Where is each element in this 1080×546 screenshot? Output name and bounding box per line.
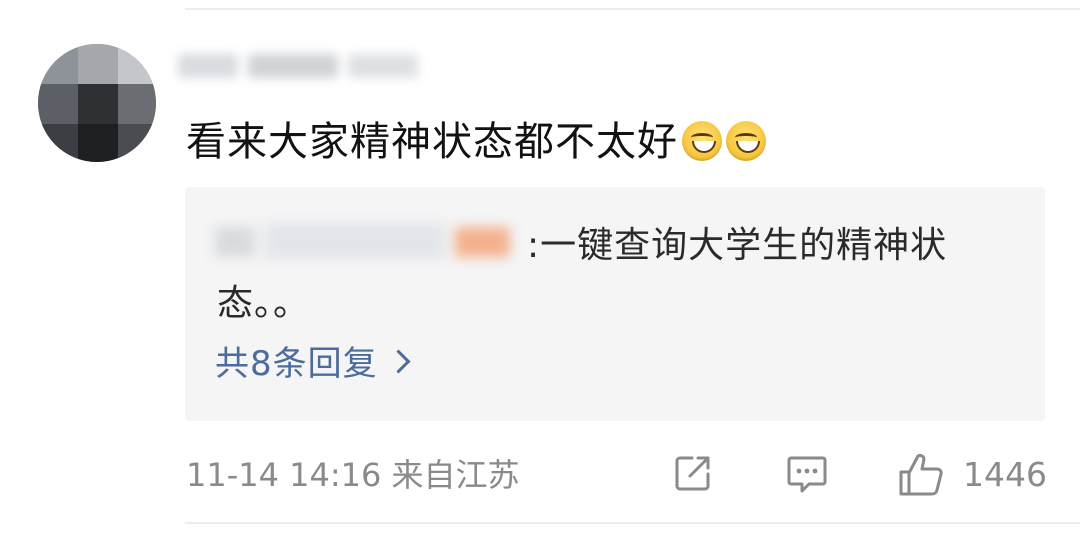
share-icon[interactable] [672,452,714,494]
bottom-divider [185,522,1080,524]
grin-squint-emoji-icon [726,121,766,161]
comment-body: 看来大家精神状态都不太好 [186,119,678,165]
like-icon[interactable] [897,452,945,498]
username-redacted[interactable] [178,48,423,86]
top-divider [185,8,1080,10]
view-replies-link[interactable]: 共8条回复 [215,342,411,386]
view-replies-label: 共8条回复 [215,344,378,384]
comment-text: 看来大家精神状态都不太好 [186,118,766,166]
comment-icon[interactable] [785,452,829,496]
avatar[interactable] [38,44,156,162]
comment-meta: 11-14 14:16 来自江苏 [186,456,520,494]
like-count: 1446 [963,455,1047,494]
chevron-right-icon [386,349,411,374]
reply-preview[interactable]: :一键查询大学生的精神状态。。 共8条回复 [185,187,1045,421]
grin-squint-emoji-icon [682,121,722,161]
reply-text: :一键查询大学生的精神状态。。 [217,225,948,324]
